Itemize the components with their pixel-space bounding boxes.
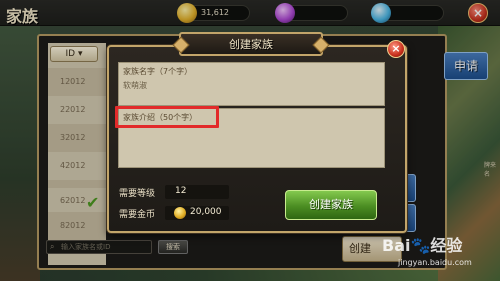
- family-name-value: 软萌淑: [123, 81, 147, 90]
- gold-requirement-value: 20,000: [190, 207, 222, 217]
- watermark-url: jingyan.baidu.com: [398, 258, 472, 267]
- gold-requirement-label: 需要金币: [119, 210, 156, 220]
- family-name-label: 家族名字（7个字）: [123, 67, 193, 76]
- watermark-logo-text: Bai🐾经验: [382, 236, 463, 255]
- gold-coin-icon: [174, 207, 186, 219]
- dialog-title: 创建家族: [229, 38, 273, 51]
- baidu-jingyan-watermark: Bai🐾经验 jingyan.baidu.com: [382, 230, 498, 278]
- red-highlight-box: [115, 106, 219, 128]
- create-family-button[interactable]: 创建家族: [285, 190, 377, 220]
- family-name-field[interactable]: 家族名字（7个字） 软萌淑: [118, 62, 385, 106]
- level-requirement-value: 12: [175, 186, 187, 196]
- level-requirement-label: 需要等级: [119, 189, 156, 199]
- close-dialog-button[interactable]: ×: [387, 40, 405, 58]
